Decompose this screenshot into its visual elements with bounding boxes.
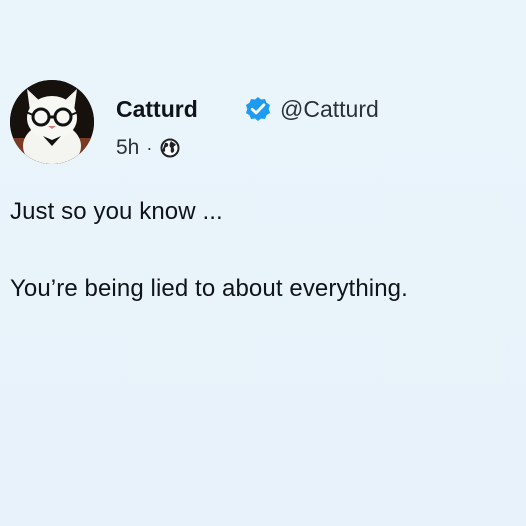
verified-badge-icon: [246, 97, 270, 121]
post-text-line: You’re being lied to about everything.: [10, 275, 408, 302]
post-header: Catturd @Catturd 5h ·: [10, 80, 510, 164]
timestamp[interactable]: 5h: [116, 136, 139, 160]
meta-separator: ·: [146, 137, 153, 158]
avatar[interactable]: [10, 80, 94, 164]
globe-icon: [160, 138, 180, 158]
post-card: Catturd @Catturd 5h · Just so you know .…: [0, 0, 526, 526]
post-meta: 5h ·: [116, 135, 181, 161]
post-body: Just so you know ... You’re being lied t…: [10, 197, 515, 304]
author-handle[interactable]: @Catturd: [280, 95, 379, 123]
post-text-line: Just so you know ...: [10, 198, 223, 225]
author-name[interactable]: Catturd: [116, 95, 198, 123]
cat-avatar-icon: [10, 80, 94, 164]
